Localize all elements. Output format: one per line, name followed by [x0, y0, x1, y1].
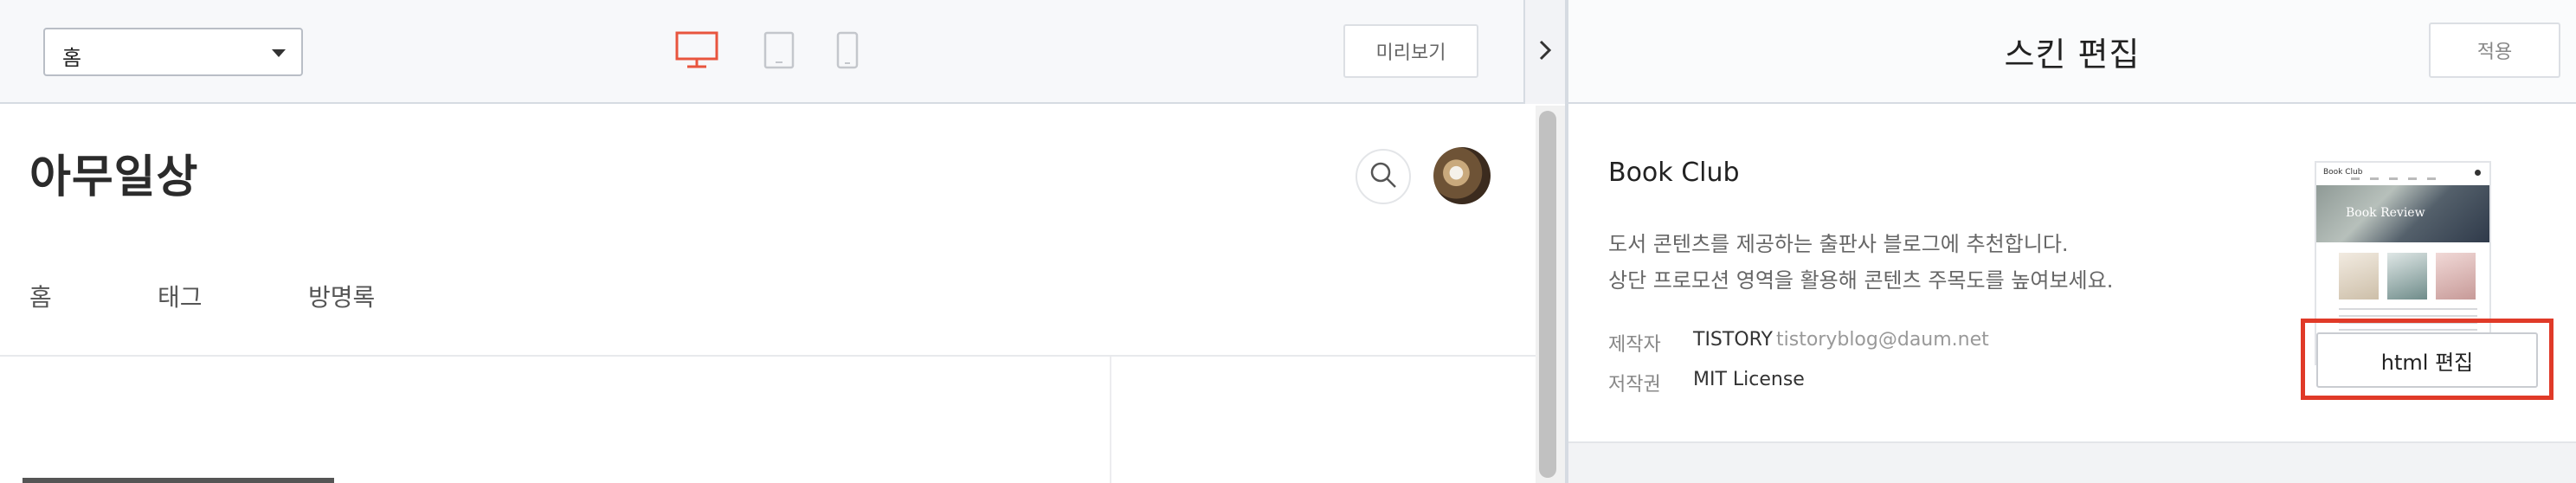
preview-scrollbar-thumb[interactable]: [1539, 111, 1556, 478]
avatar[interactable]: [1433, 147, 1491, 204]
preview-button[interactable]: 미리보기: [1343, 24, 1478, 78]
license-value: MIT License: [1693, 369, 1805, 390]
search-icon: [1368, 160, 1398, 193]
page-select-value: 홈: [62, 46, 82, 70]
thumbnail-logo: Book Club: [2323, 168, 2363, 177]
skin-edit-panel: 스킨 편집 적용 Book Club 도서 콘텐츠를 제공하는 출판사 블로그에…: [1568, 0, 2576, 483]
maker-value: TISTORY: [1693, 329, 1773, 351]
maker-label: 제작자: [1608, 334, 1661, 356]
panel-footer: [1568, 441, 2576, 483]
chevron-right-icon: [1538, 39, 1552, 65]
apply-button[interactable]: 적용: [2429, 23, 2560, 78]
page-select[interactable]: 홈: [43, 28, 303, 76]
content-column-divider: [1110, 357, 1111, 483]
phone-icon: [836, 31, 859, 69]
panel-title: 스킨 편집: [2004, 35, 2141, 74]
blog-search-button[interactable]: [1356, 149, 1411, 204]
skin-panel-header: 스킨 편집 적용: [1568, 0, 2576, 104]
thumbnail-cards: [2339, 253, 2477, 299]
thumbnail-card: [2436, 253, 2476, 299]
maker-email: tistoryblog@daum.net: [1776, 329, 1989, 351]
blog-nav-item-tags[interactable]: 태그: [158, 279, 203, 313]
blog-title[interactable]: 아무일상: [29, 140, 198, 205]
thumbnail-hero-text: Book Review: [2346, 206, 2425, 220]
mobile-view-button[interactable]: [836, 31, 859, 69]
thumbnail-card: [2339, 253, 2379, 299]
chevron-down-icon: [272, 49, 286, 57]
thumbnail-card: [2387, 253, 2427, 299]
skin-name: Book Club: [1608, 158, 1740, 188]
skin-info-card: Book Club 도서 콘텐츠를 제공하는 출판사 블로그에 추천합니다. 상…: [1568, 104, 2576, 441]
skin-description-line-1: 도서 콘텐츠를 제공하는 출판사 블로그에 추천합니다.: [1608, 232, 2069, 256]
monitor-icon: [675, 31, 718, 69]
skin-description-line-2: 상단 프로모션 영역을 활용해 콘텐츠 주목도를 높여보세요.: [1608, 268, 2114, 293]
thumbnail-search-dot: [2475, 170, 2481, 176]
blog-preview: 아무일상 홈 태그 방명록: [0, 106, 1536, 483]
thumbnail-header: Book Club: [2316, 163, 2489, 185]
desktop-view-button[interactable]: [675, 31, 718, 69]
post-image-edge: [23, 478, 334, 483]
collapse-panel-button[interactable]: [1523, 0, 1565, 104]
blog-divider: [0, 355, 1536, 357]
thumbnail-nav: [2351, 177, 2446, 180]
preview-toolbar: 홈 미리보기: [0, 0, 1565, 104]
license-label: 저작권: [1608, 374, 1661, 396]
html-edit-button[interactable]: html 편집: [2316, 332, 2538, 388]
thumbnail-hero: Book Review: [2316, 185, 2489, 242]
skin-editor-window: 홈 미리보기 아무일상 홈 태그 방명록 스킨 편집 적용 Book Club …: [0, 0, 2576, 483]
tablet-view-button[interactable]: [763, 31, 795, 69]
blog-nav-item-guestbook[interactable]: 방명록: [308, 279, 375, 313]
preview-pane: 홈 미리보기 아무일상 홈 태그 방명록: [0, 0, 1565, 483]
blog-nav-item-home[interactable]: 홈: [29, 279, 52, 313]
tablet-icon: [763, 31, 795, 69]
